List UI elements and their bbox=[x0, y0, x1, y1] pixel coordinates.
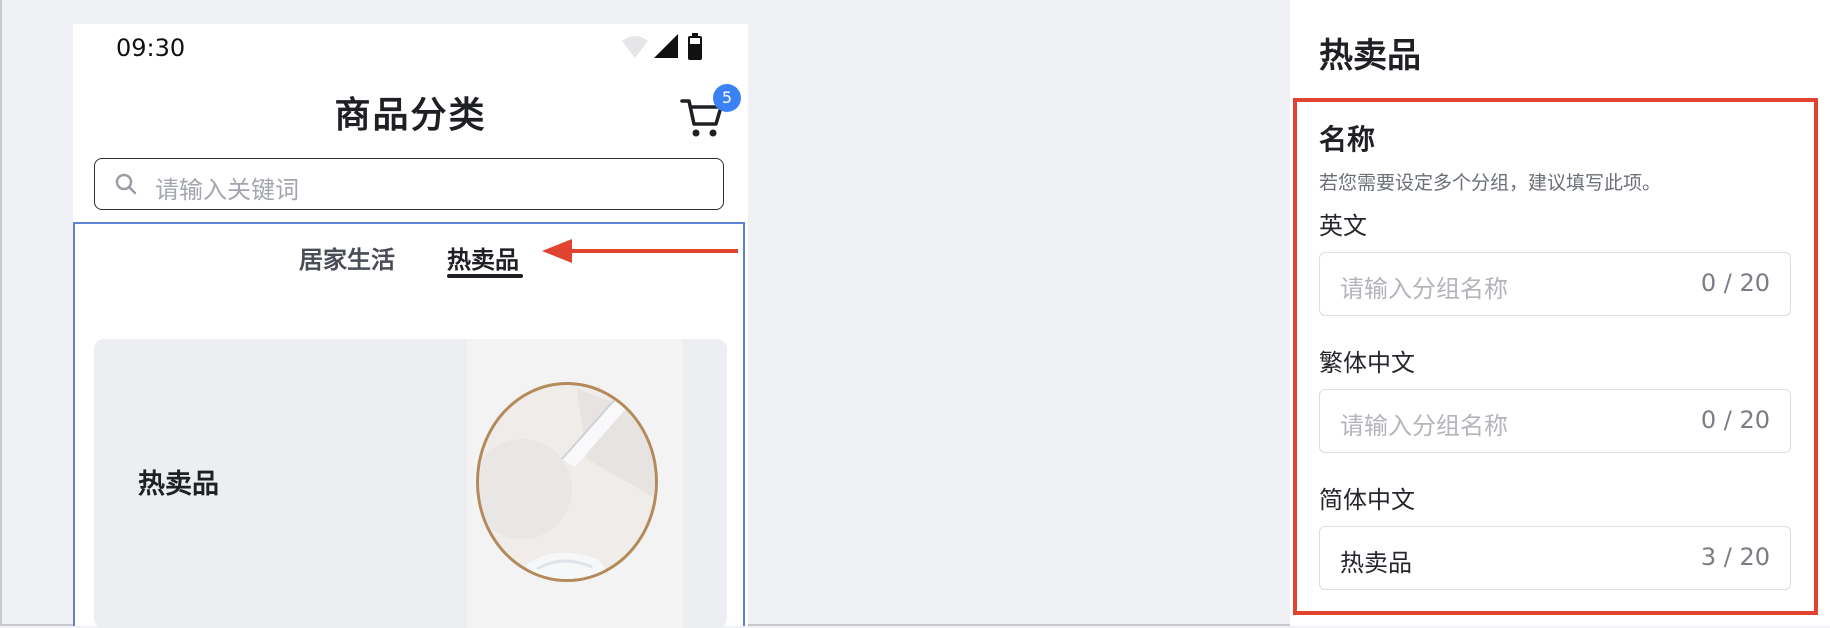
english-name-input[interactable]: 请输入分组名称 0 / 20 bbox=[1319, 252, 1791, 316]
field-label-simplified-chinese: 简体中文 bbox=[1319, 486, 1415, 514]
category-card-title: 热卖品 bbox=[138, 469, 219, 500]
annotation-arrow-icon bbox=[542, 239, 738, 263]
search-placeholder: 请输入关键词 bbox=[155, 176, 299, 204]
name-section-hint: 若您需要设定多个分组，建议填写此项。 bbox=[1319, 172, 1662, 194]
group-settings-panel: 热卖品 名称 若您需要设定多个分组，建议填写此项。 英文 请输入分组名称 0 /… bbox=[1290, 0, 1830, 626]
search-icon bbox=[115, 173, 137, 195]
traditional-chinese-name-char-count: 0 / 20 bbox=[1700, 406, 1770, 434]
tab-home-living[interactable]: 居家生活 bbox=[299, 240, 395, 275]
status-time: 09:30 bbox=[116, 34, 186, 62]
category-card[interactable]: 热卖品 bbox=[94, 339, 727, 628]
simplified-chinese-name-char-count: 3 / 20 bbox=[1700, 543, 1770, 571]
field-label-traditional-chinese: 繁体中文 bbox=[1319, 349, 1415, 377]
active-tab-indicator bbox=[447, 274, 523, 278]
traditional-chinese-name-placeholder: 请输入分组名称 bbox=[1340, 412, 1508, 440]
category-highlight-block: 居家生活 热卖品 热卖品 bbox=[73, 222, 745, 628]
english-name-placeholder: 请输入分组名称 bbox=[1340, 275, 1508, 303]
category-card-image bbox=[467, 339, 683, 628]
status-bar-icons bbox=[622, 33, 702, 60]
cart-count-badge: 5 bbox=[713, 84, 741, 112]
name-section-label: 名称 bbox=[1319, 123, 1376, 156]
simplified-chinese-name-value: 热卖品 bbox=[1340, 549, 1412, 577]
search-input[interactable]: 请输入关键词 bbox=[94, 158, 724, 210]
phone-preview: 09:30 商品分类 5 请输入关键词 居家生活 热卖品 热卖品 bbox=[73, 24, 748, 628]
tab-hot-items[interactable]: 热卖品 bbox=[447, 240, 519, 275]
wifi-icon bbox=[622, 36, 648, 58]
round-mirror-image bbox=[476, 382, 658, 582]
signal-icon bbox=[654, 34, 678, 58]
battery-icon bbox=[688, 33, 702, 60]
page-title: 商品分类 bbox=[334, 95, 487, 136]
simplified-chinese-name-input[interactable]: 热卖品 3 / 20 bbox=[1319, 526, 1791, 590]
traditional-chinese-name-input[interactable]: 请输入分组名称 0 / 20 bbox=[1319, 389, 1791, 453]
english-name-char-count: 0 / 20 bbox=[1700, 269, 1770, 297]
cart-button[interactable]: 5 bbox=[679, 84, 741, 140]
window-edge-left bbox=[0, 0, 2, 626]
panel-title: 热卖品 bbox=[1319, 36, 1421, 76]
field-label-english: 英文 bbox=[1319, 212, 1367, 240]
